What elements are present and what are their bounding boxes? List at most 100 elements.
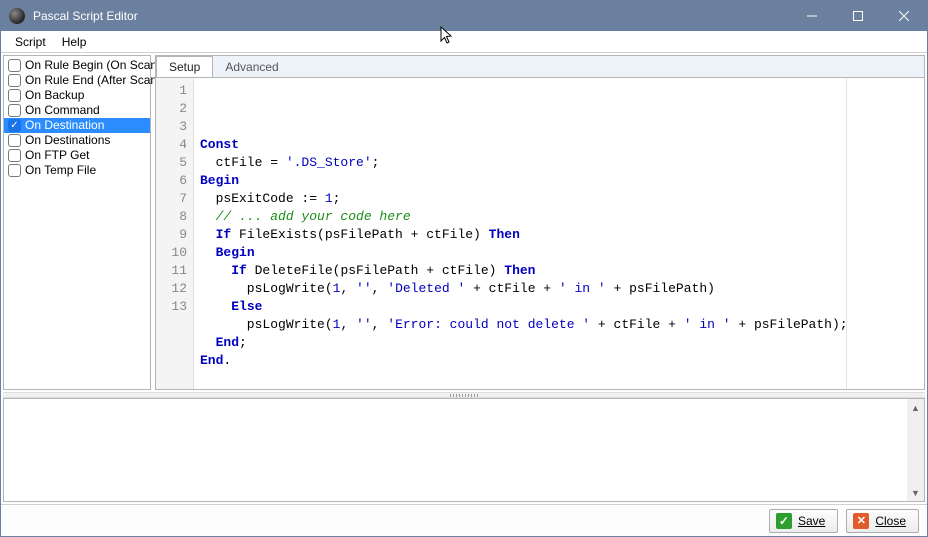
checkbox[interactable] (8, 104, 21, 117)
event-list-item[interactable]: On Command (4, 103, 150, 118)
code-token: DeleteFile(psFilePath + ctFile) (247, 263, 504, 278)
code-token (200, 299, 231, 314)
menu-script[interactable]: Script (7, 33, 54, 51)
event-list-item[interactable]: On Rule Begin (On Scan) (4, 58, 150, 73)
code-line[interactable]: If DeleteFile(psFilePath + ctFile) Then (200, 262, 918, 280)
code-token: Begin (216, 245, 255, 260)
checkbox[interactable] (8, 59, 21, 72)
output-scrollbar[interactable]: ▲ ▼ (907, 399, 924, 501)
code-token: psExitCode := (200, 191, 325, 206)
code-token: , (372, 281, 388, 296)
splitter-grip-icon (450, 394, 478, 397)
line-number: 1 (158, 82, 187, 100)
event-list-item-label: On Rule End (After Scan) (25, 73, 161, 88)
code-line[interactable]: End. (200, 352, 918, 370)
code-token: 1 (325, 191, 333, 206)
code-line[interactable]: Else (200, 298, 918, 316)
code-token: FileExists(psFilePath + ctFile) (231, 227, 488, 242)
event-list-item-label: On Temp File (25, 163, 96, 178)
code-token: + psFilePath) (606, 281, 715, 296)
maximize-button[interactable] (835, 1, 881, 31)
code-token (200, 263, 231, 278)
code-line[interactable]: // ... add your code here (200, 208, 918, 226)
event-list-item-label: On FTP Get (25, 148, 89, 163)
event-list-item[interactable]: On FTP Get (4, 148, 150, 163)
client-area: On Rule Begin (On Scan)On Rule End (Afte… (1, 53, 927, 392)
code-token: // ... add your code here (200, 209, 411, 224)
event-list-item-label: On Destinations (25, 133, 110, 148)
code-line[interactable]: Const (200, 136, 918, 154)
checkbox[interactable] (8, 89, 21, 102)
line-number: 6 (158, 172, 187, 190)
line-number: 4 (158, 136, 187, 154)
code-token: Begin (200, 173, 239, 188)
code-line[interactable]: psLogWrite(1, '', 'Deleted ' + ctFile + … (200, 280, 918, 298)
checkbox[interactable] (8, 164, 21, 177)
code-token: ; (333, 191, 341, 206)
code-token: + ctFile + (590, 317, 684, 332)
code-line[interactable]: psLogWrite(1, '', 'Error: could not dele… (200, 316, 918, 334)
close-icon (853, 513, 869, 529)
scroll-up-icon[interactable]: ▲ (907, 399, 924, 416)
event-list-item-label: On Backup (25, 88, 84, 103)
checkbox[interactable] (8, 149, 21, 162)
code-token (200, 335, 216, 350)
close-window-button[interactable] (881, 1, 927, 31)
code-token: ; (372, 155, 380, 170)
code-token: , (340, 281, 356, 296)
event-list-item-label: On Destination (25, 118, 104, 133)
tab-setup[interactable]: Setup (156, 56, 213, 78)
code-token: Then (489, 227, 520, 242)
checkmark-icon (776, 513, 792, 529)
app-icon (9, 8, 25, 24)
close-button[interactable]: Close (846, 509, 919, 533)
code-line[interactable]: psExitCode := 1; (200, 190, 918, 208)
event-list-item[interactable]: On Destination (4, 118, 150, 133)
menu-help[interactable]: Help (54, 33, 95, 51)
line-number: 2 (158, 100, 187, 118)
code-token: Then (504, 263, 535, 278)
code-editor[interactable]: 12345678910111213 Const ctFile = '.DS_St… (155, 77, 925, 390)
scroll-down-icon[interactable]: ▼ (907, 484, 924, 501)
code-token: 'Error: could not delete ' (387, 317, 590, 332)
menubar: Script Help (1, 31, 927, 53)
code-area[interactable]: Const ctFile = '.DS_Store';Begin psExitC… (194, 78, 924, 389)
code-token: Else (231, 299, 262, 314)
code-line[interactable]: Begin (200, 172, 918, 190)
line-number: 11 (158, 262, 187, 280)
event-list-item[interactable]: On Temp File (4, 163, 150, 178)
code-token: ctFile = (200, 155, 286, 170)
output-panel[interactable]: ▲ ▼ (3, 398, 925, 502)
minimize-button[interactable] (789, 1, 835, 31)
code-token: '' (356, 317, 372, 332)
event-list-item-label: On Rule Begin (On Scan) (25, 58, 161, 73)
line-number: 12 (158, 280, 187, 298)
titlebar[interactable]: Pascal Script Editor (1, 1, 927, 31)
close-button-label: Close (875, 514, 906, 528)
code-token: Const (200, 137, 239, 152)
code-token: psLogWrite( (200, 281, 333, 296)
tab-advanced[interactable]: Advanced (213, 57, 291, 77)
code-line[interactable]: End; (200, 334, 918, 352)
code-token (200, 227, 216, 242)
checkbox[interactable] (8, 74, 21, 87)
event-list-item[interactable]: On Backup (4, 88, 150, 103)
code-token: If (216, 227, 232, 242)
code-token: End (216, 335, 239, 350)
event-list-item[interactable]: On Destinations (4, 133, 150, 148)
code-token: ; (239, 335, 247, 350)
code-line[interactable]: If FileExists(psFilePath + ctFile) Then (200, 226, 918, 244)
code-token (200, 245, 216, 260)
code-line[interactable]: ctFile = '.DS_Store'; (200, 154, 918, 172)
line-number: 5 (158, 154, 187, 172)
code-token: ' in ' (559, 281, 606, 296)
save-button[interactable]: Save (769, 509, 838, 533)
event-list: On Rule Begin (On Scan)On Rule End (Afte… (3, 55, 151, 390)
line-number: 13 (158, 298, 187, 316)
checkbox[interactable] (8, 119, 21, 132)
checkbox[interactable] (8, 134, 21, 147)
code-token: '' (356, 281, 372, 296)
code-token: + ctFile + (465, 281, 559, 296)
code-line[interactable]: Begin (200, 244, 918, 262)
event-list-item[interactable]: On Rule End (After Scan) (4, 73, 150, 88)
